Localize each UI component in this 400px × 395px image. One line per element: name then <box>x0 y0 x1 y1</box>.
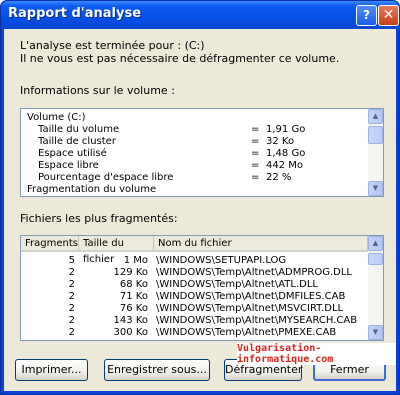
table-row[interactable]: 2 143 Ko \WINDOWS\Temp\Altnet\MYSEARCH.C… <box>21 315 368 326</box>
table-row[interactable]: 2 300 Ko \WINDOWS\Temp\Altnet\PMEXE.CAB <box>21 327 368 338</box>
volume-footer: Fragmentation du volume <box>27 184 157 195</box>
scroll-up-button[interactable]: ▲ <box>368 236 383 251</box>
cell-fragments: 2 <box>68 267 75 278</box>
volume-scrollbar[interactable]: ▲ ▼ <box>368 109 383 196</box>
cell-filename: \WINDOWS\Temp\Altnet\MYSEARCH.CAB <box>156 315 358 326</box>
volume-row-label: Espace utilisé <box>38 148 107 159</box>
close-window-button[interactable]: ✕ <box>378 5 399 26</box>
files-scrollbar[interactable]: ▲ ▼ <box>368 236 383 340</box>
volume-row-equals: = <box>251 160 260 171</box>
volume-row-equals: = <box>251 172 260 183</box>
cell-fragments: 5 <box>68 255 75 266</box>
cell-size: 143 Ko <box>113 315 148 326</box>
cell-filename: \WINDOWS\Temp\Altnet\ADMPROG.DLL <box>156 267 352 278</box>
cell-fragments: 2 <box>68 279 75 290</box>
table-row[interactable]: 2 129 Ko \WINDOWS\Temp\Altnet\ADMPROG.DL… <box>21 267 368 278</box>
intro-line-1: L'analyse est terminée pour : (C:) <box>20 39 205 52</box>
cell-size: 68 Ko <box>119 279 148 290</box>
volume-row-label: Taille du volume <box>38 124 120 135</box>
scroll-up-button[interactable]: ▲ <box>368 109 383 124</box>
cell-fragments: 2 <box>68 303 75 314</box>
fragmented-files-list[interactable]: Fragments Taille du fichier Nom du fichi… <box>20 235 384 341</box>
intro-line-2: Il ne vous est pas nécessaire de défragm… <box>20 52 340 65</box>
scroll-thumb[interactable] <box>368 253 383 265</box>
cell-size: 129 Ko <box>113 267 148 278</box>
cell-size: 1 Mo <box>123 255 148 266</box>
volume-row-value: 442 Mo <box>266 160 304 171</box>
cell-filename: \WINDOWS\Temp\Altnet\DMFILES.CAB <box>156 291 346 302</box>
volume-row-equals: = <box>251 148 260 159</box>
cell-fragments: 2 <box>68 315 75 326</box>
volume-row-value: 1,48 Go <box>266 148 306 159</box>
volume-info-label: Informations sur le volume : <box>20 84 175 97</box>
title-bar[interactable]: Rapport d'analyse ? ✕ <box>1 1 399 29</box>
window-title: Rapport d'analyse <box>8 6 142 21</box>
table-row[interactable]: 2 76 Ko \WINDOWS\Temp\Altnet\MSVCIRT.DLL <box>21 303 368 314</box>
cell-size: 300 Ko <box>113 327 148 338</box>
scroll-thumb[interactable] <box>368 126 383 144</box>
column-header-fragments[interactable]: Fragments <box>21 236 79 252</box>
save-as-button[interactable]: Enregistrer sous... <box>104 359 210 381</box>
print-button[interactable]: Imprimer... <box>15 359 88 381</box>
watermark-text: Vulgarisation-informatique.com <box>237 343 396 365</box>
fragmented-files-label: Fichiers les plus fragmentés: <box>20 212 178 225</box>
scroll-down-button[interactable]: ▼ <box>368 181 383 196</box>
volume-row-value: 32 Ko <box>266 136 295 147</box>
volume-info-list[interactable]: Volume (C:) Taille du volume = 1,91 Go T… <box>20 108 384 197</box>
cell-fragments: 2 <box>68 327 75 338</box>
dialog-body: L'analyse est terminée pour : (C:) Il ne… <box>4 29 396 391</box>
cell-filename: \WINDOWS\Temp\Altnet\ATL.DLL <box>156 279 318 290</box>
cell-fragments: 2 <box>68 291 75 302</box>
column-header-size[interactable]: Taille du fichier <box>79 236 154 265</box>
cell-filename: \WINDOWS\Temp\Altnet\PMEXE.CAB <box>156 327 337 338</box>
scroll-down-button[interactable]: ▼ <box>368 325 383 340</box>
volume-row-label: Taille de cluster <box>38 136 116 147</box>
column-header-name[interactable]: Nom du fichier <box>154 236 368 252</box>
help-button[interactable]: ? <box>356 5 377 26</box>
volume-row-value: 1,91 Go <box>266 124 306 135</box>
cell-filename: \WINDOWS\Temp\Altnet\MSVCIRT.DLL <box>156 303 344 314</box>
table-row[interactable]: 2 68 Ko \WINDOWS\Temp\Altnet\ATL.DLL <box>21 279 368 290</box>
table-row[interactable]: 2 71 Ko \WINDOWS\Temp\Altnet\DMFILES.CAB <box>21 291 368 302</box>
volume-row-label: Pourcentage d'espace libre <box>38 172 174 183</box>
cell-filename: \WINDOWS\SETUPAPI.LOG <box>156 255 287 266</box>
table-row[interactable]: 5 1 Mo \WINDOWS\SETUPAPI.LOG <box>21 255 368 266</box>
volume-row-value: 22 % <box>266 172 292 183</box>
cell-size: 76 Ko <box>119 303 148 314</box>
volume-row-equals: = <box>251 124 260 135</box>
volume-header: Volume (C:) <box>27 112 86 123</box>
volume-row-equals: = <box>251 136 260 147</box>
cell-size: 71 Ko <box>119 291 148 302</box>
analysis-report-window: Rapport d'analyse ? ✕ L'analyse est term… <box>0 0 400 395</box>
volume-row-label: Espace libre <box>38 160 99 171</box>
